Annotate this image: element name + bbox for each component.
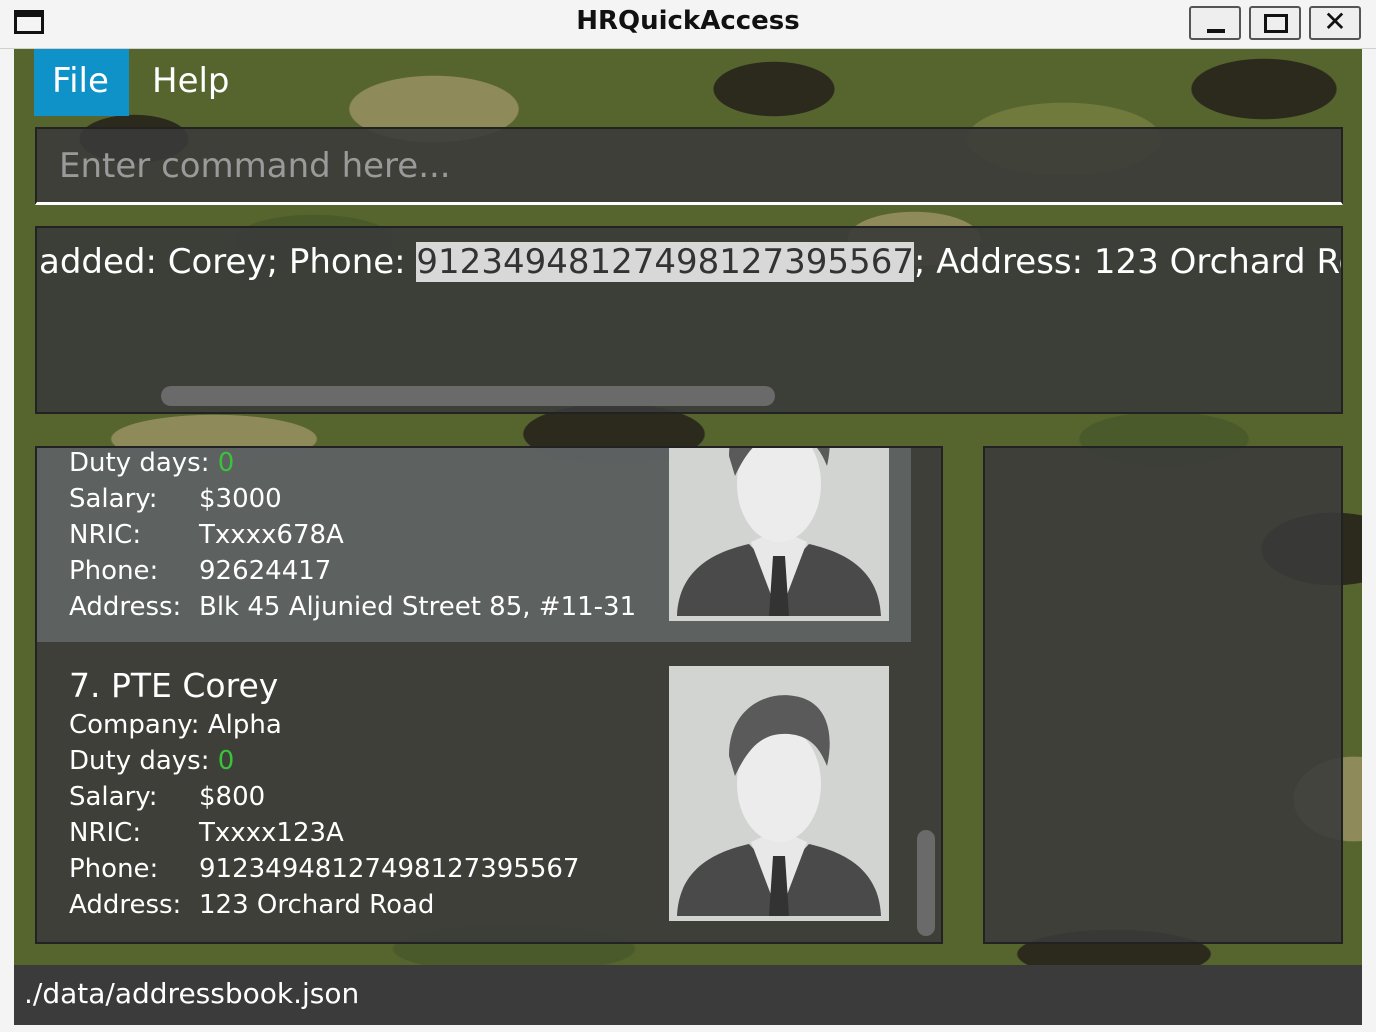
salary-value: $3000 <box>199 484 282 514</box>
field-label: Address: <box>69 592 182 622</box>
field-label: Salary: <box>69 484 158 514</box>
window-frame-bottom <box>0 1025 1376 1032</box>
duty-days-field: Duty days: 0 <box>69 746 234 776</box>
phone-field: Phone: 91234948127498127395567 <box>69 854 579 884</box>
avatar <box>669 448 889 621</box>
address-field: Address: 123 Orchard Road <box>69 890 434 920</box>
duty-days-value: 0 <box>217 448 235 478</box>
company-value: Alpha <box>207 710 282 740</box>
result-display[interactable]: added: Corey; Phone: 9123494812749812739… <box>35 226 1343 414</box>
maximize-button[interactable] <box>1249 6 1301 40</box>
person-silhouette-icon <box>669 448 889 621</box>
minimize-icon <box>1207 29 1225 33</box>
person-card[interactable]: Duty days: 0 Salary: $3000 NRIC: Txxxx678A… <box>37 448 911 642</box>
salary-field: Salary: $800 <box>69 782 265 812</box>
phone-value: 91234948127498127395567 <box>199 854 580 884</box>
menu-help-label: Help <box>152 61 230 101</box>
person-card[interactable]: 7. PTE Corey Company: Alpha Duty days: 0… <box>37 644 911 942</box>
command-box <box>35 127 1343 205</box>
result-suffix: ; Address: 123 Orchard Road; M <box>913 242 1341 282</box>
detail-panel <box>983 446 1343 944</box>
command-input[interactable] <box>37 129 1341 202</box>
company-field: Company: Alpha <box>69 710 282 740</box>
address-value: 123 Orchard Road <box>199 890 435 920</box>
field-label: Salary: <box>69 782 158 812</box>
duty-days-value: 0 <box>217 746 235 776</box>
result-highlight: 91234948127498127395567 <box>416 242 914 282</box>
nric-field: NRIC: Txxxx123A <box>69 818 344 848</box>
status-bar: ./data/addressbook.json <box>14 965 1362 1025</box>
field-label: NRIC: <box>69 520 142 550</box>
person-list[interactable]: Duty days: 0 Salary: $3000 NRIC: Txxxx678A… <box>35 446 943 944</box>
title-bar: HRQuickAccess ✕ <box>0 0 1376 49</box>
nric-value: Txxxx678A <box>199 520 344 550</box>
address-value: Blk 45 Aljunied Street 85, #11-31 <box>199 592 637 622</box>
maximize-icon <box>1264 14 1288 33</box>
save-location: ./data/addressbook.json <box>24 977 360 1010</box>
person-name: 7. PTE Corey <box>69 666 279 705</box>
menu-help[interactable]: Help <box>140 49 250 116</box>
field-label: NRIC: <box>69 818 142 848</box>
result-text: added: Corey; Phone: 9123494812749812739… <box>39 242 1341 282</box>
result-prefix: added: Corey; Phone: <box>39 242 417 282</box>
person-silhouette-icon <box>669 666 889 921</box>
result-horizontal-scrollbar[interactable] <box>161 386 775 406</box>
phone-value: 92624417 <box>199 556 332 586</box>
close-button[interactable]: ✕ <box>1309 5 1361 40</box>
menu-file[interactable]: File <box>34 49 129 116</box>
nric-value: Txxxx123A <box>199 818 344 848</box>
avatar <box>669 666 889 921</box>
salary-field: Salary: $3000 <box>69 484 282 514</box>
field-label: Phone: <box>69 556 159 586</box>
minimize-button[interactable] <box>1189 6 1241 40</box>
window-frame-right <box>1362 49 1376 1032</box>
window-frame-left <box>0 49 14 1032</box>
list-vertical-scrollbar[interactable] <box>917 830 935 936</box>
field-label: Company: <box>69 710 200 740</box>
salary-value: $800 <box>199 782 266 812</box>
menu-file-label: File <box>52 61 109 101</box>
duty-days-field: Duty days: 0 <box>69 448 234 478</box>
phone-field: Phone: 92624417 <box>69 556 331 586</box>
nric-field: NRIC: Txxxx678A <box>69 520 344 550</box>
field-label: Duty days: <box>69 746 210 776</box>
window-title: HRQuickAccess <box>576 6 800 36</box>
field-label: Address: <box>69 890 182 920</box>
close-icon: ✕ <box>1323 5 1347 38</box>
field-label: Duty days: <box>69 448 210 478</box>
address-field: Address: Blk 45 Aljunied Street 85, #11-3… <box>69 592 636 622</box>
field-label: Phone: <box>69 854 159 884</box>
